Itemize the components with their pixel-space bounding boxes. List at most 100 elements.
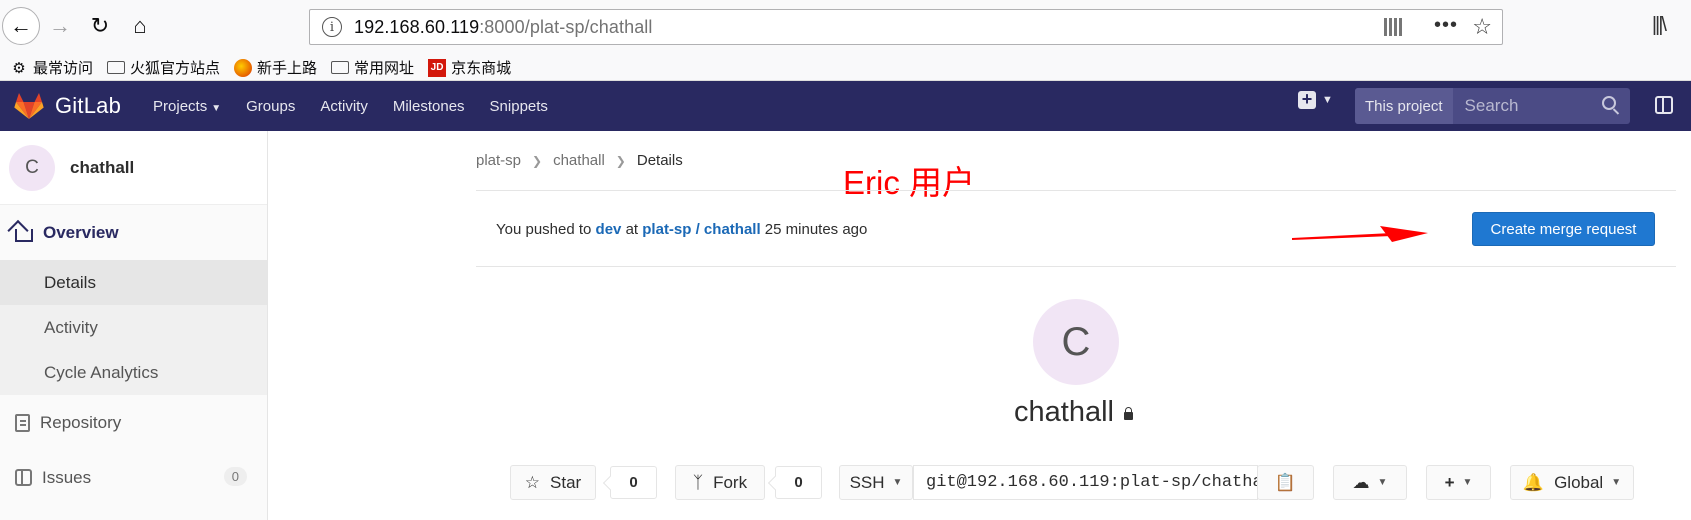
download-dropdown[interactable]: ☁ ▼ (1333, 465, 1407, 500)
project-avatar: C (1033, 299, 1119, 385)
nav-milestones[interactable]: Milestones (393, 98, 465, 115)
chevron-down-icon[interactable]: ▼ (1322, 94, 1333, 106)
divider (476, 266, 1676, 267)
folder-icon (107, 61, 126, 74)
push-branch-link[interactable]: dev (596, 221, 622, 238)
annotation-arrow-icon (1292, 226, 1428, 242)
bookmarks-bar: ⚙ 最常访问 火狐官方站点 新手上路 常用网址 JD 京东商城 (0, 55, 1691, 81)
cloud-download-icon: ☁ (1352, 472, 1370, 492)
bookmark-firefox-site[interactable]: 火狐官方站点 (107, 57, 220, 78)
lock-icon (1123, 406, 1133, 420)
gitlab-header: GitLab Projects ▼ Groups Activity Milesto… (0, 81, 1691, 131)
issues-count-badge: 0 (223, 467, 247, 486)
sidebar-subitem-cycle-analytics[interactable]: Cycle Analytics (0, 350, 267, 395)
search-scope-badge[interactable]: This project (1355, 88, 1453, 124)
notification-dropdown[interactable]: 🔔 Global ▼ (1510, 465, 1634, 500)
star-label: Star (550, 472, 582, 492)
url-path: :8000/plat-sp/chathall (479, 16, 653, 37)
bookmark-star-icon[interactable]: ☆ (1472, 14, 1492, 40)
plus-icon: + (1444, 472, 1455, 492)
star-count[interactable]: 0 (610, 466, 657, 499)
url-bar[interactable]: i 192.168.60.119:8000/plat-sp/chathall •… (309, 9, 1503, 45)
qr-code-icon[interactable] (1384, 18, 1402, 36)
fork-icon: ᛉ (692, 472, 704, 492)
book-icon (15, 413, 30, 432)
chevron-down-icon: ▼ (892, 477, 903, 488)
reload-icon[interactable]: ↻ (82, 8, 118, 44)
project-sidebar: C chathall Overview Details Activity Cyc… (0, 131, 268, 520)
sidebar-toggle-icon[interactable] (1655, 96, 1673, 114)
gitlab-brand[interactable]: GitLab (55, 93, 121, 119)
bookmark-common-sites[interactable]: 常用网址 (331, 57, 414, 78)
sidebar-item-label: Repository (40, 412, 122, 432)
sidebar-project-name: chathall (70, 157, 135, 177)
bookmark-most-visited[interactable]: ⚙ 最常访问 (10, 57, 93, 78)
sidebar-item-repository[interactable]: Repository (0, 395, 267, 450)
info-icon[interactable]: i (322, 17, 342, 37)
more-actions-icon[interactable]: ••• (1434, 14, 1458, 37)
clone-protocol-dropdown[interactable]: SSH ▼ (839, 465, 913, 500)
fork-count[interactable]: 0 (775, 466, 822, 499)
sidebar-subitem-activity[interactable]: Activity (0, 305, 267, 350)
create-merge-request-button[interactable]: Create merge request (1472, 212, 1655, 246)
jd-logo-icon: JD (428, 58, 447, 77)
url-host: 192.168.60.119 (354, 16, 480, 37)
search-box: This project (1355, 88, 1630, 124)
nav-groups[interactable]: Groups (246, 98, 295, 115)
folder-icon (331, 61, 350, 74)
copy-url-button[interactable]: 📋 (1257, 465, 1314, 500)
browser-toolbar: ← → ↻ ⌂ i 192.168.60.119:8000/plat-sp/ch… (0, 0, 1691, 55)
nav-activity[interactable]: Activity (320, 98, 368, 115)
search-input[interactable] (1464, 96, 1595, 116)
breadcrumb-group[interactable]: plat-sp (476, 152, 521, 169)
annotation-label: Eric 用户 (843, 164, 975, 201)
star-icon: ☆ (524, 472, 541, 492)
sidebar-project-header[interactable]: C chathall (0, 131, 267, 205)
chevron-down-icon: ▼ (1377, 477, 1388, 488)
sidebar-subitem-details[interactable]: Details (0, 260, 267, 305)
nav-label: Projects (153, 97, 208, 115)
search-icon[interactable] (1602, 96, 1616, 110)
bookmark-label: 最常访问 (33, 60, 94, 77)
clone-protocol-label: SSH (849, 472, 885, 492)
chevron-down-icon: ▼ (1611, 477, 1622, 488)
firefox-icon (234, 58, 253, 77)
breadcrumb-project[interactable]: chathall (553, 152, 605, 169)
project-title-text: chathall (1014, 396, 1114, 428)
avatar: C (9, 144, 55, 191)
push-notice-prefix: You pushed to (496, 221, 592, 238)
forward-arrow-icon[interactable]: → (42, 8, 78, 44)
chevron-right-icon: ❯ (532, 153, 543, 168)
library-icon[interactable]: |||\ (1652, 14, 1667, 37)
chevron-down-icon: ▼ (211, 102, 222, 114)
sidebar-item-label: Issues (42, 467, 92, 487)
push-project-link[interactable]: plat-sp / chathall (642, 221, 760, 238)
fork-button[interactable]: ᛉ Fork (675, 465, 765, 500)
notification-level-label: Global (1554, 472, 1604, 492)
breadcrumb: plat-sp ❯ chathall ❯ Details (476, 152, 683, 169)
clone-url-input[interactable] (913, 465, 1258, 500)
sidebar-item-overview[interactable]: Overview (0, 205, 267, 260)
bookmark-label: 京东商城 (451, 60, 512, 77)
nav-snippets[interactable]: Snippets (490, 98, 548, 115)
add-dropdown[interactable]: + ▼ (1426, 465, 1491, 500)
nav-projects[interactable]: Projects ▼ (153, 98, 221, 115)
back-arrow-icon[interactable]: ← (2, 7, 40, 45)
sidebar-item-issues[interactable]: Issues 0 (0, 450, 267, 505)
push-notice-time: 25 minutes ago (764, 221, 868, 238)
issues-icon (15, 469, 32, 486)
star-button[interactable]: ☆ Star (510, 465, 596, 500)
chevron-down-icon: ▼ (1462, 477, 1473, 488)
new-item-plus-icon[interactable]: + (1298, 90, 1316, 109)
url-text[interactable]: 192.168.60.119:8000/plat-sp/chathall (354, 17, 653, 38)
bookmark-label: 新手上路 (257, 60, 318, 77)
gitlab-logo-icon[interactable] (14, 92, 44, 120)
home-icon[interactable]: ⌂ (122, 8, 158, 44)
bookmark-getting-started[interactable]: 新手上路 (234, 57, 317, 78)
home-icon (15, 229, 33, 242)
breadcrumb-current[interactable]: Details (637, 152, 683, 169)
fork-label: Fork (713, 472, 748, 492)
push-notice-at: at (625, 221, 639, 238)
bookmark-jd[interactable]: JD 京东商城 (428, 57, 511, 78)
gear-icon: ⚙ (12, 59, 26, 77)
